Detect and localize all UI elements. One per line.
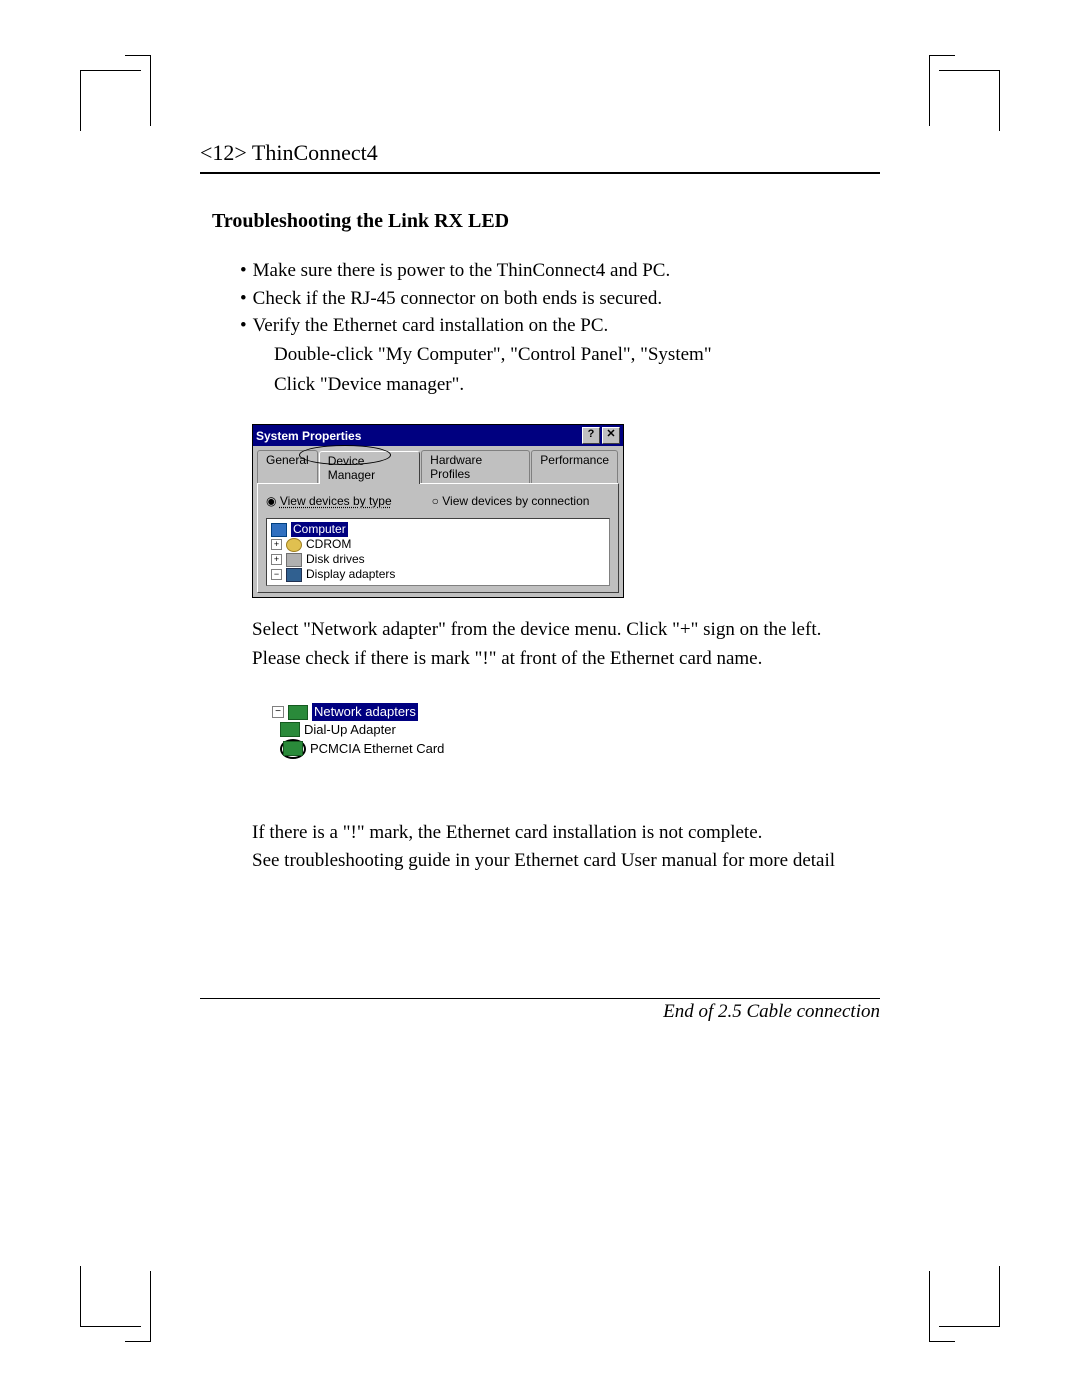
body-line: Please check if there is mark "!" at fro…: [252, 645, 880, 674]
tree-item-pcmcia[interactable]: PCMCIA Ethernet Card: [310, 740, 444, 758]
window-title: System Properties: [256, 429, 580, 443]
cdrom-icon: [286, 538, 302, 552]
crop-mark: [125, 55, 151, 126]
radio-view-by-connection[interactable]: View devices by connection: [432, 494, 590, 508]
tab-device-manager[interactable]: Device Manager: [319, 451, 420, 484]
tab-hardware-profiles[interactable]: Hardware Profiles: [421, 450, 530, 483]
section-title: Troubleshooting the Link RX LED: [212, 210, 880, 233]
sub-line: Click "Device manager".: [274, 370, 880, 400]
page-body: <12> ThinConnect4 Troubleshooting the Li…: [200, 140, 880, 876]
collapse-icon[interactable]: −: [272, 706, 284, 718]
titlebar: System Properties ? ✕: [253, 425, 623, 446]
bullet-list: Make sure there is power to the ThinConn…: [240, 257, 880, 400]
adapter-icon: [283, 741, 303, 756]
bullet-item: Make sure there is power to the ThinConn…: [240, 257, 880, 285]
disk-icon: [286, 553, 302, 567]
tree-item-network-adapters[interactable]: Network adapters: [312, 703, 418, 721]
tab-general[interactable]: General: [257, 450, 318, 483]
body-text: Select "Network adapter" from the device…: [252, 616, 880, 673]
computer-icon: [271, 523, 287, 537]
radio-view-by-type[interactable]: View devices by type: [266, 494, 392, 508]
section-end-rule: End of 2.5 Cable connection: [200, 998, 880, 1023]
tree-item-dialup[interactable]: Dial-Up Adapter: [304, 721, 396, 739]
tree-item-cdrom[interactable]: CDROM: [306, 537, 351, 552]
crop-mark: [929, 1271, 955, 1342]
bullet-item: Check if the RJ-45 connector on both end…: [240, 285, 880, 313]
tab-performance[interactable]: Performance: [531, 450, 618, 483]
close-button[interactable]: ✕: [602, 427, 620, 444]
body-line: See troubleshooting guide in your Ethern…: [252, 847, 880, 876]
expand-icon[interactable]: +: [271, 539, 282, 550]
sub-line: Double-click "My Computer", "Control Pan…: [274, 340, 880, 370]
network-adapter-icon: [288, 705, 308, 720]
body-text: If there is a "!" mark, the Ethernet car…: [252, 819, 880, 876]
annotation-circle: [280, 739, 306, 759]
tree-item-display[interactable]: Display adapters: [306, 567, 395, 582]
system-properties-window: System Properties ? ✕ General Device Man…: [252, 424, 624, 598]
crop-mark: [125, 1271, 151, 1342]
tree-item-disk[interactable]: Disk drives: [306, 552, 365, 567]
tab-row: General Device Manager Hardware Profiles…: [253, 446, 623, 483]
device-tree[interactable]: Computer + CDROM + Disk drives − Display ad…: [266, 518, 610, 586]
bullet-item: Verify the Ethernet card installation on…: [240, 312, 880, 340]
tab-panel: View devices by type View devices by con…: [257, 483, 619, 593]
body-line: Select "Network adapter" from the device…: [252, 616, 880, 645]
display-icon: [286, 568, 302, 582]
crop-mark: [929, 55, 955, 126]
body-line: If there is a "!" mark, the Ethernet car…: [252, 819, 880, 848]
collapse-icon[interactable]: −: [271, 569, 282, 580]
expand-icon[interactable]: +: [271, 554, 282, 565]
help-button[interactable]: ?: [582, 427, 600, 444]
running-head: <12> ThinConnect4: [200, 140, 880, 174]
network-adapters-tree: − Network adapters Dial-Up Adapter PCMCI…: [272, 703, 472, 758]
tree-item-computer[interactable]: Computer: [291, 522, 348, 537]
adapter-icon: [280, 722, 300, 737]
